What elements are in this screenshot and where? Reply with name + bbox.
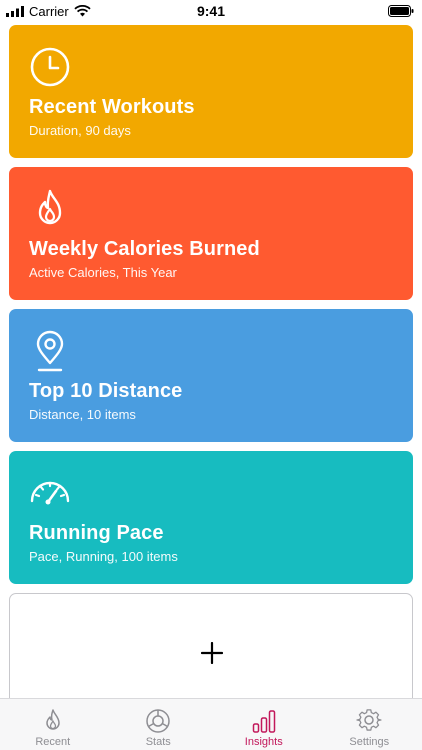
- plus-icon: [201, 642, 223, 664]
- card-subtitle: Distance, 10 items: [29, 407, 136, 422]
- tab-stats[interactable]: Stats: [106, 699, 212, 750]
- tab-recent[interactable]: Recent: [0, 699, 106, 750]
- card-subtitle: Duration, 90 days: [29, 123, 131, 138]
- card-weekly-calories-burned[interactable]: Weekly Calories Burned Active Calories, …: [9, 167, 413, 300]
- battery-icon: [388, 5, 414, 17]
- flame-icon: [38, 189, 62, 225]
- tab-insights[interactable]: Insights: [211, 699, 317, 750]
- tab-label: Settings: [349, 736, 390, 748]
- wifi-icon: [74, 5, 91, 17]
- status-bar: Carrier 9:41: [0, 0, 422, 22]
- card-subtitle: Active Calories, This Year: [29, 265, 177, 280]
- insights-card-list: Recent Workouts Duration, 90 days Weekly…: [9, 25, 413, 733]
- card-running-pace[interactable]: Running Pace Pace, Running, 100 items: [9, 451, 413, 584]
- speedometer-icon: [30, 481, 70, 505]
- status-left: Carrier: [6, 4, 91, 19]
- pie-chart-icon: [146, 709, 170, 733]
- clock-icon: [30, 47, 70, 87]
- gear-icon: [356, 709, 382, 731]
- flame-icon: [46, 709, 60, 730]
- tab-label: Insights: [244, 736, 283, 748]
- status-right: [388, 5, 414, 17]
- tab-settings[interactable]: Settings: [317, 699, 422, 750]
- bar-chart-icon: [252, 710, 275, 733]
- card-title: Recent Workouts: [29, 96, 195, 118]
- tab-label: Recent: [35, 736, 71, 748]
- card-title: Weekly Calories Burned: [29, 238, 260, 260]
- signal-icon: [6, 5, 24, 17]
- tab-label: Stats: [145, 736, 171, 748]
- card-recent-workouts[interactable]: Recent Workouts Duration, 90 days: [9, 25, 413, 158]
- card-title: Top 10 Distance: [29, 380, 183, 402]
- tab-bar: Recent Stats Insights Settings: [0, 698, 422, 750]
- carrier-label: Carrier: [29, 3, 69, 19]
- card-title: Running Pace: [29, 522, 164, 544]
- card-subtitle: Pace, Running, 100 items: [29, 549, 178, 564]
- map-pin-icon: [36, 330, 64, 372]
- card-top-10-distance[interactable]: Top 10 Distance Distance, 10 items: [9, 309, 413, 442]
